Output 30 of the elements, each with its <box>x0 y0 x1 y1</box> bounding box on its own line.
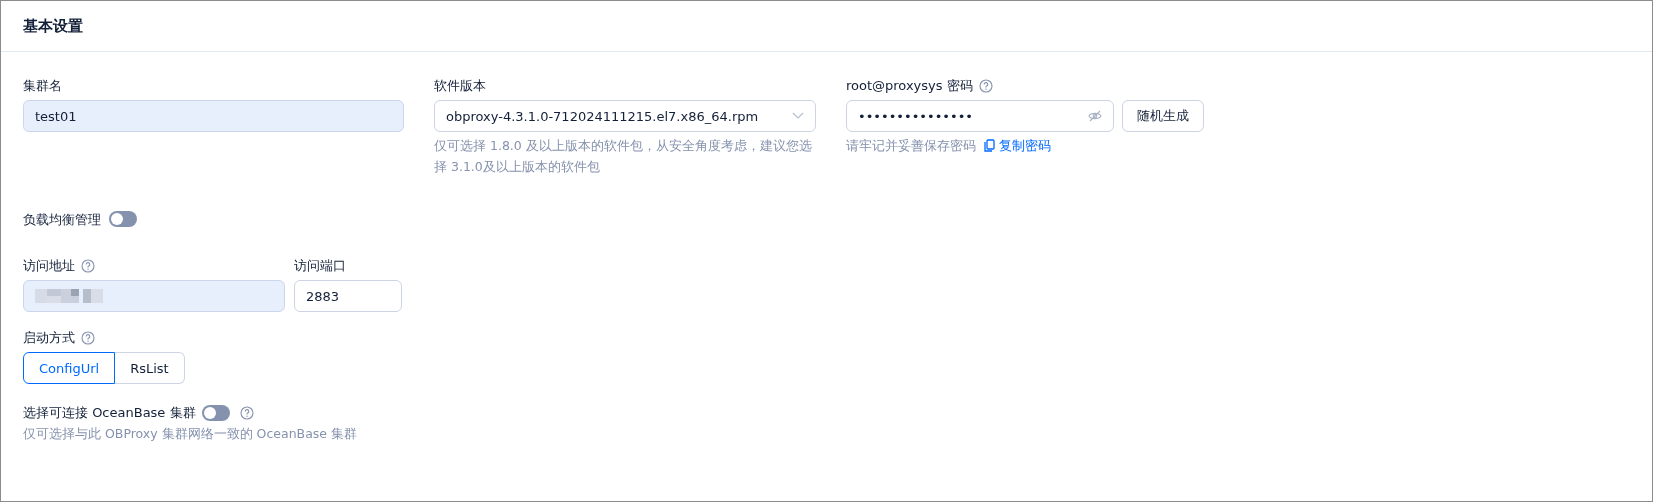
chevron-down-icon <box>792 112 804 120</box>
hint-text: 仅可选择 1.8.0 及以上版本的软件包，从安全角度考虑，建议您选择 3.1.0及以上版本的软件包 <box>434 137 813 176</box>
generate-button[interactable]: 随机生成 <box>1122 100 1204 132</box>
help-icon[interactable] <box>239 405 254 420</box>
input-field[interactable] <box>23 280 285 312</box>
select-field[interactable]: obproxy-4.3.1.0-712024111215.el7.x86_64.rpm <box>434 100 816 132</box>
toggle-switch[interactable] <box>109 211 137 227</box>
segment-option[interactable]: ConfigUrl <box>23 352 116 384</box>
segment-option[interactable]: RsList <box>115 352 185 384</box>
input-field[interactable]: 2883 <box>294 280 402 312</box>
help-icon[interactable] <box>978 78 993 93</box>
field-label: 负载均衡管理 <box>23 210 101 229</box>
password-field[interactable]: ••••••••••••••• <box>846 100 1114 132</box>
toggle-switch[interactable] <box>201 404 230 421</box>
input-field[interactable]: test01 <box>23 100 404 132</box>
help-icon[interactable] <box>81 258 95 273</box>
hint-text: 请牢记并妥善保存密码 <box>846 137 976 155</box>
field-label: 访问地址 <box>23 257 75 275</box>
copy-icon <box>984 139 995 152</box>
eye-slash-icon[interactable] <box>1088 110 1102 122</box>
field-label: root@proxysys 密码 <box>846 77 973 95</box>
field-label: 选择可连接 OceanBase 集群 <box>23 404 196 422</box>
field-label: 软件版本 <box>434 77 487 95</box>
field-label: 访问端口 <box>294 257 347 275</box>
help-icon[interactable] <box>81 330 95 345</box>
field-label: 集群名 <box>23 77 63 95</box>
card-title: 基本设置 <box>23 16 83 36</box>
field-label: 启动方式 <box>23 329 75 347</box>
copy-password-link[interactable]: 复制密码 <box>984 135 1051 156</box>
hint-text: 仅可选择与此 OBProxy 集群网络一致的 OceanBase 集群 <box>23 425 358 443</box>
